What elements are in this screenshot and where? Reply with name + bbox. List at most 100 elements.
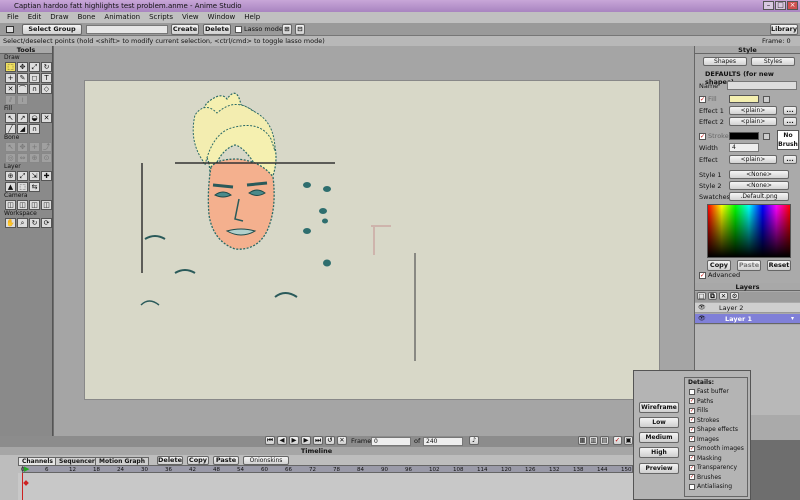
menu-scripts[interactable]: Scripts — [149, 12, 173, 23]
stroke-exposure-icon[interactable]: ∩ — [29, 124, 40, 134]
timeline-copy-button[interactable]: Copy — [187, 456, 209, 465]
step-back-icon[interactable]: ◀ — [277, 436, 287, 445]
lasso-mode-checkbox[interactable] — [235, 26, 242, 33]
text-tool-icon[interactable]: T — [41, 73, 52, 83]
maximize-icon[interactable]: □ — [775, 1, 786, 10]
onionskins-dropdown[interactable]: Onionskins — [243, 456, 289, 465]
create-shape-tool-icon[interactable]: ↗ — [17, 113, 28, 123]
layer-row-2[interactable]: 👁 Layer 2 — [695, 303, 800, 313]
stroke-effect-more-button[interactable]: ... — [783, 155, 797, 164]
select-points-icon[interactable]: ⊞ — [282, 24, 292, 35]
style2-dropdown[interactable]: <None> — [729, 181, 789, 190]
detail-option[interactable]: Fast buffer — [689, 388, 729, 395]
detail-checkbox[interactable]: ✓ — [689, 455, 695, 461]
quality-high-button[interactable]: High — [639, 447, 679, 458]
new-layer-icon[interactable]: □ — [697, 292, 706, 300]
scale-layer-icon[interactable]: ⇲ — [29, 171, 40, 181]
detail-option[interactable]: ✓ Strokes — [689, 417, 719, 424]
duplicate-layer-icon[interactable]: ⧉ — [708, 292, 717, 300]
select-points-tool-icon[interactable]: ⬚ — [5, 62, 16, 72]
style1-dropdown[interactable]: <None> — [729, 170, 789, 179]
detail-checkbox[interactable]: ✓ — [689, 417, 695, 423]
paste-button[interactable]: Paste — [737, 260, 761, 271]
bind-layer-icon[interactable]: ⊕ — [29, 153, 40, 163]
copy-button[interactable]: Copy — [707, 260, 731, 271]
menu-draw[interactable]: Draw — [50, 12, 68, 23]
menu-help[interactable]: Help — [244, 12, 260, 23]
bend-tool-icon[interactable]: ≀ — [17, 95, 28, 105]
curvature-tool-icon[interactable]: ⌒ — [17, 84, 28, 94]
library-button[interactable]: Library — [770, 24, 798, 35]
effect2-dropdown[interactable]: <plain> — [729, 117, 777, 126]
detail-checkbox[interactable]: ✓ — [689, 464, 695, 471]
delete-shape-icon[interactable]: ✕ — [41, 113, 52, 123]
fill-color-swatch[interactable] — [729, 95, 759, 103]
perspective-tool-icon[interactable]: ◇ — [41, 84, 52, 94]
view-split-icon[interactable]: ▥ — [589, 436, 598, 445]
detail-checkbox[interactable]: ✓ — [689, 436, 695, 442]
fill-checkbox[interactable]: ✓ — [699, 96, 706, 103]
pan-hand-icon[interactable]: ✋ — [5, 218, 16, 228]
detail-option[interactable]: ✓ Shape effects — [689, 426, 738, 433]
keyframe-icon[interactable] — [23, 480, 29, 486]
render-icon[interactable]: ▣ — [624, 436, 633, 445]
set-origin-icon[interactable]: ⊕ — [5, 171, 16, 181]
quality-low-button[interactable]: Low — [639, 417, 679, 428]
create-button[interactable]: Create — [171, 24, 199, 35]
frame-input[interactable]: 0 — [371, 437, 411, 446]
track-camera-icon[interactable]: ◫ — [5, 200, 16, 210]
freehand-tool-icon[interactable]: ✎ — [17, 73, 28, 83]
select-shape-icon[interactable]: ⊟ — [295, 24, 305, 35]
rewind-icon[interactable]: ⏮ — [265, 436, 275, 445]
magnet-tool-icon[interactable]: ∩ — [29, 84, 40, 94]
detail-option[interactable]: ✓ Brushes — [689, 474, 721, 481]
line-width-icon[interactable]: ╱ — [5, 124, 16, 134]
layer-visibility-icon[interactable]: 👁 — [698, 304, 706, 311]
shear-tool-icon[interactable]: ⫽ — [5, 95, 16, 105]
minimize-icon[interactable]: – — [763, 1, 774, 10]
detail-checkbox[interactable] — [689, 388, 695, 395]
detail-option[interactable]: ✓ Masking — [689, 455, 722, 462]
delete-edge-tool-icon[interactable]: ✕ — [5, 84, 16, 94]
add-bone-icon[interactable]: + — [29, 142, 40, 152]
detail-option[interactable]: ✓ Smooth images — [689, 445, 744, 452]
styles-dropdown[interactable]: Styles — [751, 57, 795, 66]
stroke-effect-dropdown[interactable]: <plain> — [729, 155, 777, 164]
fast-forward-icon[interactable]: ⏭ — [313, 436, 323, 445]
menu-file[interactable]: File — [7, 12, 19, 23]
layer-dropdown-icon[interactable]: ▾ — [791, 315, 794, 322]
step-forward-icon[interactable]: ▶ — [301, 436, 311, 445]
menu-window[interactable]: Window — [208, 12, 236, 23]
stroke-color-swatch[interactable] — [729, 132, 759, 140]
bone-strength-icon[interactable]: ◎ — [5, 153, 16, 163]
detail-option[interactable]: ✓ Images — [689, 436, 719, 443]
rotate-layer-z-icon[interactable]: ✚ — [41, 171, 52, 181]
reset-button[interactable]: Reset — [767, 260, 791, 271]
translate-layer-icon[interactable]: ⤢ — [17, 171, 28, 181]
detail-checkbox[interactable]: ✓ — [689, 398, 695, 404]
menu-view[interactable]: View — [182, 12, 199, 23]
reparent-bone-icon[interactable]: ⤴ — [41, 142, 52, 152]
delete-layer-icon[interactable]: ✕ — [719, 292, 728, 300]
detail-checkbox[interactable]: ✓ — [689, 474, 695, 480]
timeline-tracks[interactable] — [18, 473, 633, 500]
orbit-icon[interactable]: ⟳ — [41, 218, 52, 228]
detail-option[interactable]: ✓ Fills — [689, 407, 708, 414]
total-frames-input[interactable]: 240 — [423, 437, 463, 446]
grid-toggle-icon[interactable]: ✓ — [613, 436, 622, 445]
view-single-icon[interactable]: ▦ — [578, 436, 587, 445]
effect2-more-button[interactable]: ... — [783, 117, 797, 126]
draw-shape-tool-icon[interactable]: ◻ — [29, 73, 40, 83]
select-shape-tool-icon[interactable]: ↖ — [5, 113, 16, 123]
playhead-icon[interactable]: ▶ — [24, 465, 32, 473]
quality-wireframe-button[interactable]: Wireframe — [639, 402, 679, 413]
detail-option[interactable]: ✓ Transparency — [689, 464, 737, 471]
drawing-canvas[interactable] — [84, 80, 660, 400]
effect1-dropdown[interactable]: <plain> — [729, 106, 777, 115]
shear-layer-icon[interactable]: ⬚ — [17, 182, 28, 192]
roll-camera-icon[interactable]: ◫ — [29, 200, 40, 210]
timeline-delete-button[interactable]: Delete — [157, 456, 183, 465]
rotate-layer-xy-icon[interactable]: ▲ — [5, 182, 16, 192]
view-quad-icon[interactable]: ▤ — [600, 436, 609, 445]
timeline-ruler[interactable]: 0 6 12 18 24 30 36 42 48 54 60 66 72 78 84 90 96 102 108 11… — [21, 465, 656, 473]
